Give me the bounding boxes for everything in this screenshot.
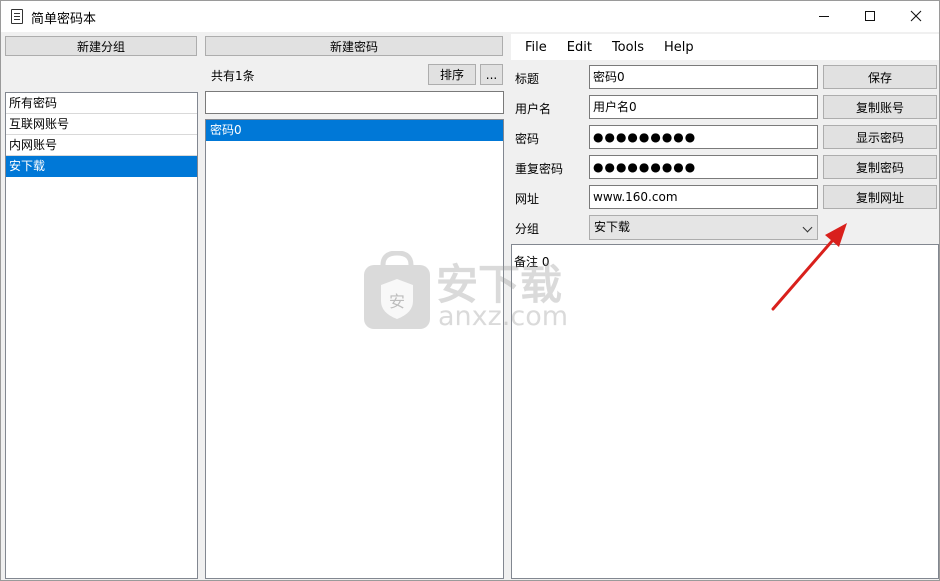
minimize-button[interactable]	[801, 1, 847, 31]
title-bar: 简单密码本	[1, 1, 939, 32]
app-window: 简单密码本 新建分组 所有密码 互联网账号 内网账号 安下载 新建密码 共有1条…	[0, 0, 940, 581]
url-label: 网址	[515, 192, 540, 206]
maximize-icon	[865, 11, 875, 21]
username-label: 用户名	[515, 102, 552, 116]
group-label: 分组	[515, 222, 540, 236]
copy-url-button[interactable]: 复制网址	[823, 185, 937, 209]
notebook-icon	[11, 9, 23, 24]
password-label: 密码	[515, 132, 540, 146]
group-list: 所有密码 互联网账号 内网账号 安下载	[5, 92, 198, 579]
maximize-button[interactable]	[847, 1, 893, 31]
group-item-all[interactable]: 所有密码	[6, 93, 197, 114]
copy-username-button[interactable]: 复制账号	[823, 95, 937, 119]
notes-text: 备注 0	[514, 255, 550, 269]
sort-button[interactable]: 排序	[428, 64, 476, 85]
more-button[interactable]: ...	[480, 64, 503, 85]
username-field[interactable]: 用户名0	[589, 95, 818, 119]
menu-file[interactable]: File	[515, 40, 557, 55]
menu-bar: File Edit Tools Help	[511, 34, 939, 60]
new-password-button[interactable]: 新建密码	[205, 36, 503, 56]
close-button[interactable]	[893, 1, 939, 31]
menu-edit[interactable]: Edit	[557, 40, 602, 55]
url-field[interactable]: www.160.com	[589, 185, 818, 209]
group-item-anxiazai[interactable]: 安下载	[6, 156, 197, 177]
chevron-down-icon	[802, 222, 813, 233]
new-group-button[interactable]: 新建分组	[5, 36, 197, 56]
show-password-button[interactable]: 显示密码	[823, 125, 937, 149]
minimize-icon	[819, 15, 829, 17]
save-button[interactable]: 保存	[823, 65, 937, 89]
group-item-internet[interactable]: 互联网账号	[6, 114, 197, 135]
repeat-password-label: 重复密码	[515, 162, 564, 176]
password-list: 密码0	[205, 119, 504, 579]
repeat-password-field[interactable]: ●●●●●●●●●	[589, 155, 818, 179]
password-field[interactable]: ●●●●●●●●●	[589, 125, 818, 149]
group-item-intranet[interactable]: 内网账号	[6, 135, 197, 156]
copy-password-button[interactable]: 复制密码	[823, 155, 937, 179]
group-select[interactable]: 安下载	[589, 215, 818, 240]
password-list-item[interactable]: 密码0	[206, 120, 503, 141]
title-field[interactable]: 密码0	[589, 65, 818, 89]
notes-textarea[interactable]: 备注 0	[511, 244, 939, 579]
close-icon	[910, 10, 922, 22]
entry-count-label: 共有1条	[211, 69, 255, 83]
title-label: 标题	[515, 72, 540, 86]
window-title: 简单密码本	[31, 12, 97, 27]
filter-input[interactable]	[205, 91, 504, 114]
menu-tools[interactable]: Tools	[602, 40, 654, 55]
menu-help[interactable]: Help	[654, 40, 704, 55]
group-select-value: 安下载	[594, 220, 631, 234]
